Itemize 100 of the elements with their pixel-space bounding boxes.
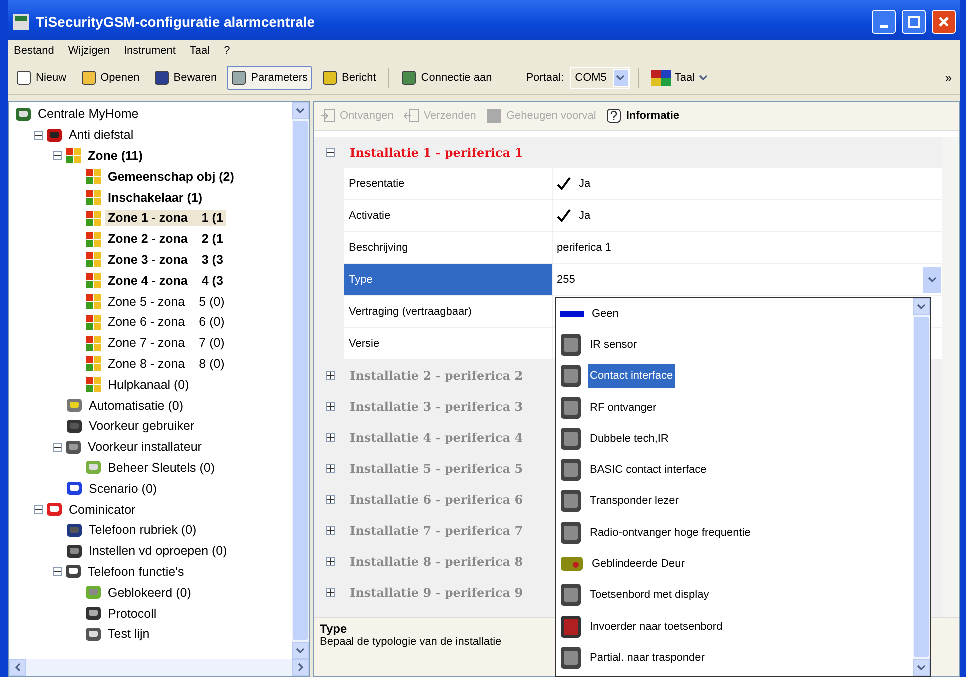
device-icon xyxy=(560,520,582,545)
toolbar-button[interactable]: Bewaren xyxy=(150,66,222,90)
expander-toggle[interactable] xyxy=(326,526,335,535)
category-header[interactable]: Installatie 1 - periferica 1 xyxy=(350,146,524,160)
minimize-icon xyxy=(880,24,888,28)
device-icon xyxy=(560,396,582,420)
tree-item[interactable]: Protocoll xyxy=(105,606,160,622)
property-value: 255 xyxy=(557,274,576,286)
zone-grid-icon xyxy=(85,230,102,248)
list-option[interactable]: IR sensor xyxy=(588,332,640,357)
receive-icon xyxy=(320,108,336,124)
zone-grid-icon xyxy=(85,376,102,394)
tree-item[interactable]: Beheer Sleutels (0) xyxy=(105,460,218,476)
tree-item[interactable]: Zone 8 - zona 8 (0) xyxy=(105,356,228,372)
toolbar-button[interactable]: Bericht xyxy=(318,66,380,90)
list-option[interactable]: Geen xyxy=(590,302,621,326)
port-select[interactable]: COM5 xyxy=(570,67,630,89)
list-option[interactable]: Invoerder naar toetsenbord xyxy=(588,614,725,639)
list-option[interactable]: Geblindeerde Deur xyxy=(590,552,687,576)
list-option[interactable]: Contact interface xyxy=(588,364,676,388)
tree-item[interactable]: Centrale MyHome xyxy=(35,106,142,122)
tree-item[interactable]: Hulpkanaal (0) xyxy=(105,376,192,393)
list-option[interactable]: Partial. naar trasponder xyxy=(588,646,707,670)
list-option[interactable]: BASIC contact interface xyxy=(588,458,709,482)
port-label: Portaal: xyxy=(526,72,564,84)
expander-toggle[interactable] xyxy=(34,130,43,140)
toolbar-button[interactable]: Nieuw xyxy=(12,66,71,90)
menu-item[interactable]: Instrument xyxy=(124,45,176,57)
tree-item[interactable]: Zone 4 - zona 4 (3 xyxy=(105,272,226,289)
tree-item[interactable]: Zone 6 - zona 6 (0) xyxy=(105,314,228,330)
scroll-left-button[interactable] xyxy=(9,659,26,676)
property-label[interactable]: Type xyxy=(344,264,553,295)
tree-item[interactable]: Cominicator xyxy=(66,502,139,518)
menu-item[interactable]: Wijzigen xyxy=(68,45,110,57)
language-button[interactable]: Taal xyxy=(646,66,712,90)
device-icon xyxy=(560,426,582,451)
tree-item[interactable]: Anti diefstal xyxy=(66,127,137,144)
tree-item[interactable]: Gemeenschap obj (2) xyxy=(105,168,238,185)
tree-item[interactable]: Telefoon functie's xyxy=(85,564,188,580)
tree-item[interactable]: Test lijn xyxy=(105,626,153,642)
expander-toggle[interactable] xyxy=(326,371,335,380)
expander-toggle[interactable] xyxy=(53,151,62,160)
zone-grid-icon xyxy=(85,189,102,206)
zone-grid-icon xyxy=(85,334,102,352)
tree-item[interactable]: Zone 3 - zona 3 (3 xyxy=(105,252,226,268)
tree-item[interactable]: Zone 2 - zona 2 (1 xyxy=(105,231,226,248)
device-icon xyxy=(560,583,582,608)
expander-toggle[interactable] xyxy=(34,505,43,514)
tree-item[interactable]: Voorkeur installateur xyxy=(85,439,205,456)
vertical-scrollbar[interactable] xyxy=(942,137,959,617)
close-button[interactable] xyxy=(932,10,956,34)
tree-item[interactable]: Instellen vd oproepen (0) xyxy=(86,543,230,560)
expander-toggle[interactable] xyxy=(326,464,335,473)
tree-item[interactable]: Inschakelaar (1) xyxy=(105,190,206,206)
toolbar-button[interactable]: Openen xyxy=(76,66,144,90)
list-option[interactable]: Radio-ontvanger hoge frequentie xyxy=(588,520,753,545)
tree-item[interactable]: Zone 7 - zona 7 (0) xyxy=(105,335,228,352)
expander-toggle[interactable] xyxy=(326,433,335,442)
list-option[interactable]: Dubbele tech,IR xyxy=(588,426,671,451)
tree-item[interactable]: Geblokeerd (0) xyxy=(105,584,194,601)
tree-item[interactable]: Zone 1 - zona 1 (1 xyxy=(105,210,226,226)
vertical-scrollbar[interactable] xyxy=(292,102,309,659)
horizontal-scrollbar[interactable] xyxy=(9,659,309,676)
expander-toggle[interactable] xyxy=(326,557,335,566)
expander-toggle[interactable] xyxy=(326,148,335,157)
menu-item[interactable]: ? xyxy=(224,45,230,57)
list-option[interactable]: Transponder lezer xyxy=(588,489,681,514)
info-description: Bepaal de typologie van de installatie xyxy=(320,636,502,648)
list-option[interactable]: Toetsenbord met display xyxy=(588,583,712,608)
send-icon xyxy=(404,108,420,124)
expander-toggle[interactable] xyxy=(326,588,335,597)
scroll-right-button[interactable] xyxy=(292,659,309,676)
device-icon xyxy=(560,646,582,670)
expander-toggle[interactable] xyxy=(326,495,335,504)
device-icon xyxy=(560,364,582,388)
maximize-button[interactable] xyxy=(902,10,926,34)
info-title: Type xyxy=(320,622,348,636)
tree-item[interactable]: Automatisatie (0) xyxy=(86,398,186,414)
menu-item[interactable]: Bestand xyxy=(14,45,54,57)
maximize-icon xyxy=(908,16,920,28)
toolbar-button[interactable]: Informatie xyxy=(606,108,680,124)
tree-item[interactable]: Zone (11) xyxy=(85,148,146,164)
list-option[interactable]: RF ontvanger xyxy=(588,396,659,420)
overflow-button[interactable]: » xyxy=(941,71,956,85)
toolbar-button[interactable]: Connectie aan xyxy=(397,66,496,90)
zone-grid-icon xyxy=(85,293,102,310)
toolbar-button[interactable]: Parameters xyxy=(227,66,312,90)
expander-toggle[interactable] xyxy=(53,442,62,452)
expander-toggle[interactable] xyxy=(53,567,62,576)
tree-item[interactable]: Zone 5 - zona 5 (0) xyxy=(105,294,228,310)
tree-item[interactable]: Scenario (0) xyxy=(86,480,160,497)
expander-toggle[interactable] xyxy=(326,402,335,411)
dropdown-button[interactable] xyxy=(922,266,942,294)
minimize-button[interactable] xyxy=(872,10,896,34)
menu-item[interactable]: Taal xyxy=(190,45,210,57)
tree-item[interactable]: Voorkeur gebruiker xyxy=(86,418,198,434)
dropdown-button[interactable] xyxy=(612,69,629,87)
down-caret-icon xyxy=(917,664,926,670)
vertical-scrollbar[interactable] xyxy=(913,298,930,676)
tree-item[interactable]: Telefoon rubriek (0) xyxy=(86,522,200,538)
